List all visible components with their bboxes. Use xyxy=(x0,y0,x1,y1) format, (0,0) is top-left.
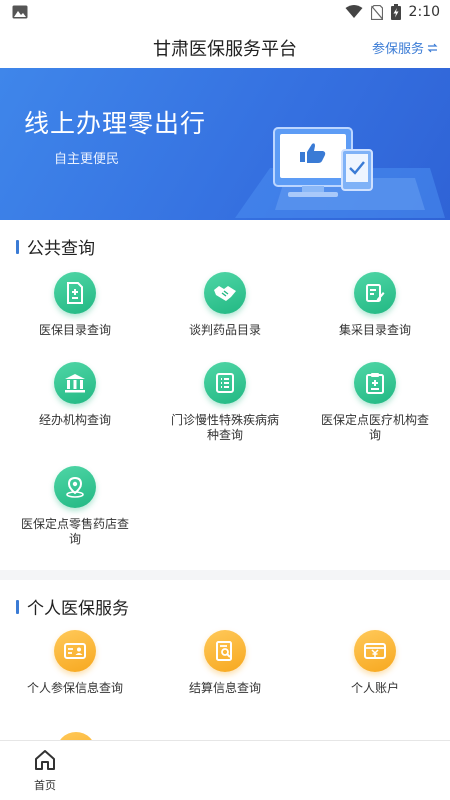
wifi-icon xyxy=(345,5,363,18)
gallery-notification-icon xyxy=(12,5,28,19)
personal-service-title: 个人医保服务 xyxy=(27,599,129,619)
nav-home-label: 首页 xyxy=(34,779,56,792)
computer-thumbs-up-illustration-icon xyxy=(235,127,445,218)
location-pin-icon xyxy=(54,466,96,508)
medical-catalog-query-label: 医保目录查询 xyxy=(38,323,111,337)
personal-account-button[interactable]: 个人账户 xyxy=(300,630,450,696)
public-query-heading: 公共查询 xyxy=(16,234,95,259)
person-card-icon xyxy=(54,630,96,672)
banner-subtitle: 自主更便民 xyxy=(54,152,120,167)
promo-banner[interactable]: 线上办理零出行 自主更便民 xyxy=(0,68,450,220)
medical-catalog-query-button[interactable]: 医保目录查询 xyxy=(0,272,150,338)
centralized-procurement-query-button[interactable]: 集采目录查询 xyxy=(300,272,450,338)
edit-document-icon xyxy=(354,272,396,314)
personal-service-section: 个人医保服务 个人参保信息查询 结算信息查询 个人账户 xyxy=(0,580,450,740)
list-icon xyxy=(204,362,246,404)
handshake-icon xyxy=(204,272,246,314)
chronic-disease-query-button[interactable]: 门诊慢性特殊疾病病种查询 xyxy=(150,362,300,443)
app-header: 甘肃医保服务平台 参保服务 xyxy=(0,24,450,68)
wallet-yuan-icon xyxy=(354,630,396,672)
settlement-info-query-label: 结算信息查询 xyxy=(188,681,261,695)
public-query-title: 公共查询 xyxy=(27,239,95,259)
agency-query-button[interactable]: 经办机构查询 xyxy=(0,362,150,428)
nav-home-tab[interactable]: 首页 xyxy=(20,749,70,793)
institution-icon xyxy=(54,362,96,404)
chronic-disease-query-label: 门诊慢性特殊疾病病种查询 xyxy=(170,413,279,442)
designated-pharmacy-query-button[interactable]: 医保定点零售药店查询 xyxy=(0,466,150,547)
no-sim-icon xyxy=(370,4,383,20)
designated-medical-institution-query-label: 医保定点医疗机构查询 xyxy=(320,413,429,442)
insured-service-label: 参保服务 xyxy=(371,42,424,57)
battery-charging-icon xyxy=(390,4,401,20)
personal-insurance-info-query-label: 个人参保信息查询 xyxy=(26,681,123,695)
insured-service-switch-button[interactable]: 参保服务 xyxy=(372,38,438,57)
public-query-section: 公共查询 医保目录查询 谈判药品目录 集采目录查询 经办机构查询 门诊慢性特殊疾… xyxy=(0,220,450,570)
negotiated-drug-catalog-button[interactable]: 谈判药品目录 xyxy=(150,272,300,338)
medical-clipboard-icon xyxy=(354,362,396,404)
personal-service-heading: 个人医保服务 xyxy=(16,594,129,619)
app-screen: 2:10 甘肃医保服务平台 参保服务 线上办理零出行 自主更便民 公共查询 医保… xyxy=(0,0,450,800)
designated-medical-institution-query-button[interactable]: 医保定点医疗机构查询 xyxy=(300,362,450,443)
status-bar: 2:10 xyxy=(0,0,450,24)
personal-account-label: 个人账户 xyxy=(350,681,399,695)
personal-insurance-info-query-button[interactable]: 个人参保信息查询 xyxy=(0,630,150,696)
negotiated-drug-catalog-label: 谈判药品目录 xyxy=(188,323,261,337)
banner-title: 线上办理零出行 xyxy=(24,109,207,138)
status-time: 2:10 xyxy=(408,4,440,20)
swap-arrows-icon xyxy=(427,43,438,52)
settlement-info-query-button[interactable]: 结算信息查询 xyxy=(150,630,300,696)
designated-pharmacy-query-label: 医保定点零售药店查询 xyxy=(20,517,129,546)
section-accent-bar xyxy=(16,599,19,614)
bottom-navigation: 首页 xyxy=(0,740,450,800)
home-icon xyxy=(35,750,55,770)
section-accent-bar xyxy=(16,239,19,254)
centralized-procurement-query-label: 集采目录查询 xyxy=(338,323,411,337)
document-plus-icon xyxy=(54,272,96,314)
document-search-icon xyxy=(204,630,246,672)
agency-query-label: 经办机构查询 xyxy=(38,413,111,427)
